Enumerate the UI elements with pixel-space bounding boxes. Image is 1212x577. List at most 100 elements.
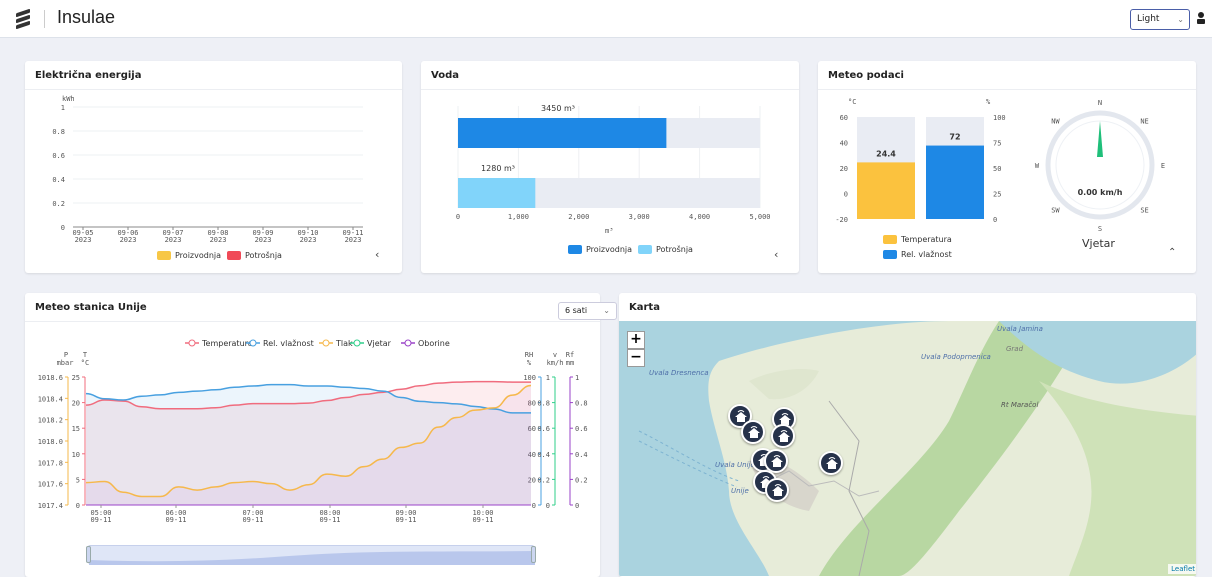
bar-value-label: 3450 m³ — [541, 104, 575, 113]
x-tick-date: 09-11 — [242, 516, 263, 524]
card-title: Karta — [629, 302, 660, 313]
pressure-tick-label: 1018.0 — [38, 438, 63, 446]
x-tick-date: 09-11 — [165, 516, 186, 524]
legend-swatch-production — [157, 251, 171, 260]
temp-tick: -20 — [835, 216, 848, 224]
legend-temperature[interactable]: Temperatura — [883, 235, 952, 244]
chevron-up-icon[interactable]: ⌃ — [1168, 247, 1176, 258]
rain-tick-label: 0.8 — [575, 400, 588, 408]
time-range-slider[interactable] — [86, 545, 536, 565]
user-icon[interactable] — [1196, 11, 1206, 25]
pressure-tick-label: 1018.2 — [38, 417, 63, 425]
water-chart: 0 1,000 2,000 3,000 4,000 5,000 3450 m³ 1280 m… — [456, 104, 771, 235]
map-label: Rt Maračol — [1001, 401, 1039, 409]
electricity-card: Električna energija 1 0.8 0.6 0.4 0.2 0 09-05 2… — [25, 61, 402, 273]
humidity-unit: % — [986, 98, 991, 106]
y-tick-label: 0.2 — [52, 200, 65, 208]
legend-humidity-label: Rel. vlažnost — [901, 250, 952, 259]
rain-tick-label: 0 — [575, 502, 579, 510]
humidity-tick: 0 — [993, 216, 997, 224]
legend-swatch-production — [568, 245, 582, 254]
rain-tick-label: 0.4 — [575, 451, 588, 459]
x-tick-label: 1,000 — [508, 213, 529, 221]
slider-preview — [89, 551, 535, 565]
chevron-down-icon: ⌄ — [1177, 15, 1184, 24]
station-marker-icon[interactable] — [771, 424, 795, 448]
chevron-left-icon[interactable]: ‹ — [375, 248, 379, 261]
legend-swatch-consumption — [638, 245, 653, 254]
legend-label: Oborine — [418, 339, 450, 348]
legend-marker — [404, 339, 412, 347]
x-tick-label: 0 — [456, 213, 460, 221]
axis-unit-wind: km/h — [547, 359, 564, 367]
electricity-legend: Proizvodnja Potrošnja — [157, 251, 282, 260]
station-chart: Temperatura Rel. vlažnost Tlak Vjetar Oborin… — [38, 339, 588, 524]
x-tick-label: 4,000 — [689, 213, 710, 221]
x-tick-year: 2023 — [345, 236, 362, 244]
map-label: Uvala Unije — [715, 461, 755, 469]
wind-tick-label: 0 — [546, 502, 550, 510]
legend-marker — [322, 339, 330, 347]
zoom-out-button[interactable]: − — [627, 349, 645, 367]
station-card: Meteo stanica Unije 6 sati ⌄ Temperatura… — [25, 293, 617, 577]
top-bar: Insulae Light ⌄ — [0, 0, 1212, 38]
compass-direction-ne: NE — [1140, 117, 1148, 125]
legend-humidity[interactable]: Rel. vlažnost — [883, 250, 952, 259]
map-attribution[interactable]: Leaflet — [1168, 564, 1196, 574]
legend-label: Temperatura — [201, 339, 253, 348]
legend-consumption[interactable]: Potrošnja — [656, 245, 693, 254]
x-tick-year: 2023 — [120, 236, 137, 244]
axis-title-humidity: RH — [525, 351, 533, 359]
axis-title-wind: v — [553, 351, 557, 359]
compass-direction-se: SE — [1140, 207, 1148, 215]
pressure-tick-label: 1018.6 — [38, 374, 63, 382]
legend-swatch-humidity — [883, 250, 897, 259]
station-marker-icon[interactable] — [819, 451, 843, 475]
compass-direction-sw: SW — [1051, 207, 1060, 215]
theme-select[interactable]: Light ⌄ — [1130, 9, 1190, 30]
wind-tick-label: 0.6 — [537, 425, 550, 433]
legend-swatch-temperature — [883, 235, 897, 244]
y-tick-label: 0 — [61, 224, 65, 232]
zoom-in-button[interactable]: + — [627, 331, 645, 349]
rain-tick-label: 1 — [575, 374, 579, 382]
axis-title-rain: Rf — [566, 351, 574, 359]
bar-consumption — [458, 178, 536, 208]
map-label: Uvala Podoprnenica — [921, 353, 991, 361]
compass-direction-w: W — [1035, 162, 1040, 170]
bar-temperature — [857, 162, 915, 219]
pressure-tick-label: 1018.4 — [38, 395, 63, 403]
chevron-left-icon[interactable]: ‹ — [774, 248, 778, 261]
legend-consumption[interactable]: Potrošnja — [245, 251, 282, 260]
compass-direction-s: S — [1098, 225, 1102, 233]
humidity-tick: 25 — [993, 191, 1001, 199]
x-tick-label: 5,000 — [749, 213, 770, 221]
title-separator — [44, 10, 45, 28]
x-tick-year: 2023 — [300, 236, 317, 244]
legend-production[interactable]: Proizvodnja — [586, 245, 632, 254]
logo-icon[interactable] — [16, 8, 30, 30]
y-tick-label: 0.4 — [52, 176, 65, 184]
axis-unit-rain: mm — [566, 359, 574, 367]
legend-marker — [353, 339, 361, 347]
wind-tick-label: 1 — [546, 374, 550, 382]
slider-handle-right[interactable] — [531, 546, 536, 563]
x-axis-unit: m³ — [605, 227, 613, 235]
station-marker-icon[interactable] — [741, 420, 765, 444]
x-tick-date: 09-11 — [319, 516, 340, 524]
bar-production — [458, 118, 667, 148]
bar-value-label: 72 — [949, 133, 960, 142]
axis-title-temperature: T — [83, 351, 88, 359]
legend-production[interactable]: Proizvodnja — [175, 251, 221, 260]
compass-direction-n: N — [1098, 99, 1102, 107]
station-marker-icon[interactable] — [765, 478, 789, 502]
map-view[interactable]: + − Uvala Jamina Grad Uvala Podoprnenica… — [619, 321, 1196, 576]
legend-marker — [188, 339, 196, 347]
water-legend: Proizvodnja Potrošnja — [568, 245, 693, 254]
humidity-tick-label: 0 — [532, 502, 536, 510]
humidity-tick: 75 — [993, 140, 1001, 148]
axis-unit-temperature: °C — [81, 359, 89, 367]
slider-handle-left[interactable] — [86, 546, 91, 563]
map-label: Uvala Dresnenca — [649, 369, 709, 377]
temperature-tick-label: 5 — [76, 476, 80, 484]
